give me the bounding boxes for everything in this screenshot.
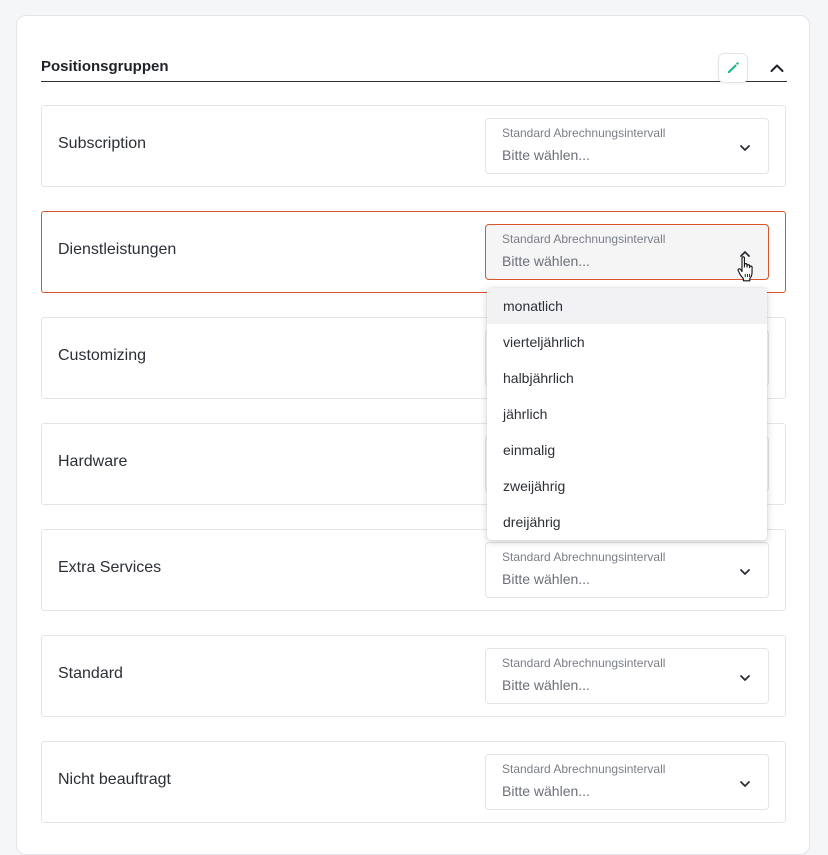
collapse-button[interactable]: [763, 53, 791, 83]
group-label: Hardware: [58, 453, 128, 470]
panel-title: Positionsgruppen: [41, 58, 169, 75]
dropdown-option-monatlich[interactable]: monatlich: [487, 288, 767, 324]
interval-dropdown-menu: monatlich vierteljährlich halbjährlich j…: [487, 288, 767, 540]
select-placeholder: Bitte wählen...: [502, 147, 590, 163]
select-caption: Standard Abrechnungsintervall: [502, 550, 666, 564]
select-placeholder: Bitte wählen...: [502, 783, 590, 799]
chevron-down-icon: [740, 675, 750, 681]
group-label: Subscription: [58, 135, 147, 152]
select-caption: Standard Abrechnungsintervall: [502, 762, 666, 776]
interval-select[interactable]: Standard Abrechnungsintervall Bitte wähl…: [485, 224, 769, 280]
chevron-down-icon: [740, 781, 750, 787]
interval-select[interactable]: Standard Abrechnungsintervall Bitte wähl…: [485, 118, 769, 174]
hand-cursor-icon: [737, 256, 753, 282]
dropdown-option-zweijaehrig[interactable]: zweijährig: [487, 468, 767, 504]
select-placeholder: Bitte wählen...: [502, 253, 590, 269]
interval-select[interactable]: Standard Abrechnungsintervall Bitte wähl…: [485, 754, 769, 810]
interval-select[interactable]: Standard Abrechnungsintervall Bitte wähl…: [485, 648, 769, 704]
group-label: Customizing: [58, 347, 147, 364]
group-row-subscription: Subscription Standard Abrechnungsinterva…: [41, 105, 786, 187]
group-row-nicht-beauftragt: Nicht beauftragt Standard Abrechnungsint…: [41, 741, 786, 823]
group-label: Standard: [58, 665, 123, 682]
edit-button[interactable]: [718, 53, 748, 83]
chevron-down-icon: [740, 145, 750, 151]
chevron-up-icon: [770, 64, 784, 72]
dropdown-option-halbjaehrlich[interactable]: halbjährlich: [487, 360, 767, 396]
panel-header: Positionsgruppen: [41, 32, 787, 83]
dropdown-option-dreijaehrig[interactable]: dreijährig: [487, 504, 767, 540]
select-placeholder: Bitte wählen...: [502, 677, 590, 693]
dropdown-option-jaehrlich[interactable]: jährlich: [487, 396, 767, 432]
dropdown-option-vierteljaehrlich[interactable]: vierteljährlich: [487, 324, 767, 360]
group-label: Extra Services: [58, 559, 162, 576]
group-row-extra-services: Extra Services Standard Abrechnungsinter…: [41, 529, 786, 611]
interval-select[interactable]: Standard Abrechnungsintervall Bitte wähl…: [485, 542, 769, 598]
select-caption: Standard Abrechnungsintervall: [502, 126, 666, 140]
group-row-standard: Standard Standard Abrechnungsintervall B…: [41, 635, 786, 717]
chevron-down-icon: [740, 569, 750, 575]
pencil-icon: [728, 62, 739, 73]
group-label: Dienstleistungen: [58, 241, 177, 258]
dropdown-option-einmalig[interactable]: einmalig: [487, 432, 767, 468]
select-caption: Standard Abrechnungsintervall: [502, 656, 666, 670]
select-placeholder: Bitte wählen...: [502, 571, 590, 587]
group-row-dienstleistungen: Dienstleistungen Standard Abrechnungsint…: [41, 211, 786, 293]
select-caption: Standard Abrechnungsintervall: [502, 232, 666, 246]
group-label: Nicht beauftragt: [58, 771, 171, 788]
